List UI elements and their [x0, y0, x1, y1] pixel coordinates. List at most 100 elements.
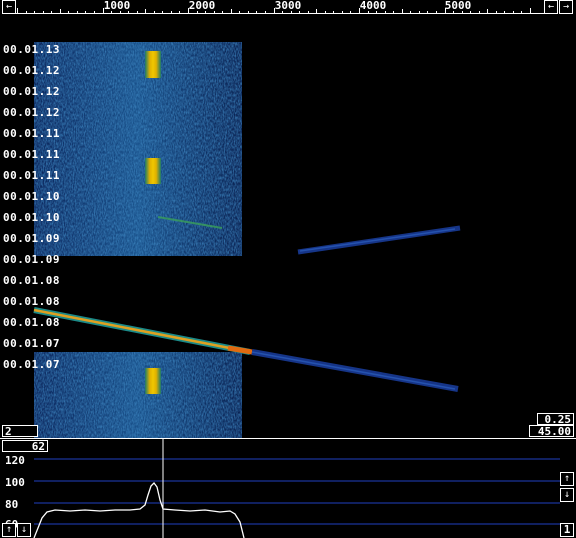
freq-tick: [34, 11, 36, 13]
scroll-right-left-arrow-icon[interactable]: ←: [544, 0, 558, 14]
freq-tick: [239, 11, 241, 13]
waterfall-display[interactable]: [0, 14, 576, 438]
spectrum-up-left-icon[interactable]: ↑: [2, 523, 16, 537]
freq-tick: [530, 8, 531, 13]
freq-tick: [222, 11, 224, 13]
y-label-120: 120: [5, 454, 25, 467]
freq-tick: [188, 8, 189, 13]
freq-label-2000: 2000: [188, 0, 216, 12]
freq-tick: [128, 11, 130, 13]
timestamp-label: 00.01.12: [3, 64, 60, 77]
timestamp-label: 00.01.08: [3, 316, 60, 329]
spectrum-down-left-icon[interactable]: ↓: [17, 523, 31, 537]
freq-tick: [153, 11, 155, 13]
freq-tick: [478, 11, 480, 13]
timestamp-label: 00.01.11: [3, 169, 60, 182]
freq-tick: [453, 11, 455, 13]
timestamp-label: 00.01.10: [3, 190, 60, 203]
freq-tick: [93, 11, 95, 13]
freq-tick: [179, 11, 181, 13]
freq-tick: [512, 11, 514, 13]
timestamp-label: 00.01.12: [3, 106, 60, 119]
timestamp-label: 00.01.12: [3, 85, 60, 98]
spectrum-plot[interactable]: [0, 439, 576, 538]
level-value: 62: [31, 440, 45, 453]
freq-tick: [367, 11, 369, 13]
freq-tick: [102, 8, 104, 13]
freq-tick: [42, 11, 44, 13]
carrier-mark-2: [145, 158, 161, 184]
waterfall-speed-value[interactable]: 0.25: [537, 413, 574, 425]
carrier-mark-3: [145, 368, 161, 394]
timestamp-label: 00.01.07: [3, 337, 60, 350]
freq-tick: [85, 11, 87, 13]
freq-tick: [59, 9, 61, 13]
freq-label-5000: 5000: [444, 0, 472, 12]
freq-tick: [495, 11, 497, 13]
freq-tick: [230, 9, 232, 13]
waterfall-gain-value[interactable]: 45.00: [529, 425, 574, 437]
freq-tick: [333, 11, 335, 13]
freq-tick: [290, 11, 292, 13]
freq-label-1000: 1000: [103, 0, 131, 12]
timestamp-label: 00.01.10: [3, 211, 60, 224]
spectrum-trace: [33, 482, 245, 538]
freq-tick: [341, 11, 343, 13]
freq-tick: [196, 11, 198, 13]
freq-tick: [136, 11, 138, 13]
freq-tick: [170, 11, 172, 13]
scroll-right-arrow-icon[interactable]: →: [559, 0, 573, 14]
freq-tick: [247, 11, 249, 13]
level-value-box[interactable]: 62: [2, 440, 48, 452]
freq-tick: [427, 11, 429, 13]
frequency-scale: 1000 2000 3000 4000 5000: [16, 0, 544, 14]
waterfall-left-value[interactable]: 2: [2, 425, 38, 437]
freq-tick: [17, 8, 18, 13]
freq-tick: [273, 8, 275, 13]
freq-tick: [76, 11, 78, 13]
freq-tick: [461, 11, 463, 13]
freq-tick: [435, 11, 437, 13]
scroll-left-arrow-icon[interactable]: ←: [2, 0, 16, 14]
freq-tick: [410, 11, 412, 13]
spectrum-right-value[interactable]: 1: [560, 523, 574, 537]
timestamp-label: 00.01.09: [3, 232, 60, 245]
freq-tick: [521, 11, 523, 13]
freq-tick: [444, 8, 446, 13]
freq-label-3000: 3000: [274, 0, 302, 12]
freq-tick: [307, 11, 309, 13]
spectrum-up-right-icon[interactable]: ↑: [560, 472, 574, 486]
freq-tick: [51, 11, 53, 13]
freq-tick: [350, 11, 352, 13]
freq-tick: [470, 11, 472, 13]
y-label-100: 100: [5, 476, 25, 489]
freq-tick: [119, 11, 121, 13]
timestamp-label: 00.01.08: [3, 274, 60, 287]
freq-tick: [324, 11, 326, 13]
freq-tick: [418, 11, 420, 13]
timestamp-label: 00.01.09: [3, 253, 60, 266]
timestamp-label: 00.01.08: [3, 295, 60, 308]
freq-tick: [504, 11, 506, 13]
carrier-mark-1: [145, 51, 161, 78]
freq-tick: [393, 11, 395, 13]
freq-tick: [264, 11, 266, 13]
freq-tick: [384, 11, 386, 13]
timestamp-label: 00.01.11: [3, 148, 60, 161]
freq-tick: [401, 9, 403, 13]
timestamp-label: 00.01.11: [3, 127, 60, 140]
freq-tick: [299, 11, 301, 13]
timestamp-label: 00.01.13: [3, 43, 60, 56]
freq-label-4000: 4000: [359, 0, 387, 12]
freq-tick: [205, 11, 207, 13]
spectrum-down-right-icon[interactable]: ↓: [560, 488, 574, 502]
freq-tick: [213, 11, 215, 13]
freq-tick: [376, 11, 378, 13]
freq-tick: [316, 9, 318, 13]
freq-tick: [487, 9, 489, 13]
timestamp-label: 00.01.07: [3, 358, 60, 371]
freq-tick: [111, 11, 113, 13]
freq-tick: [282, 11, 284, 13]
y-label-80: 80: [5, 498, 19, 511]
freq-tick: [256, 11, 258, 13]
